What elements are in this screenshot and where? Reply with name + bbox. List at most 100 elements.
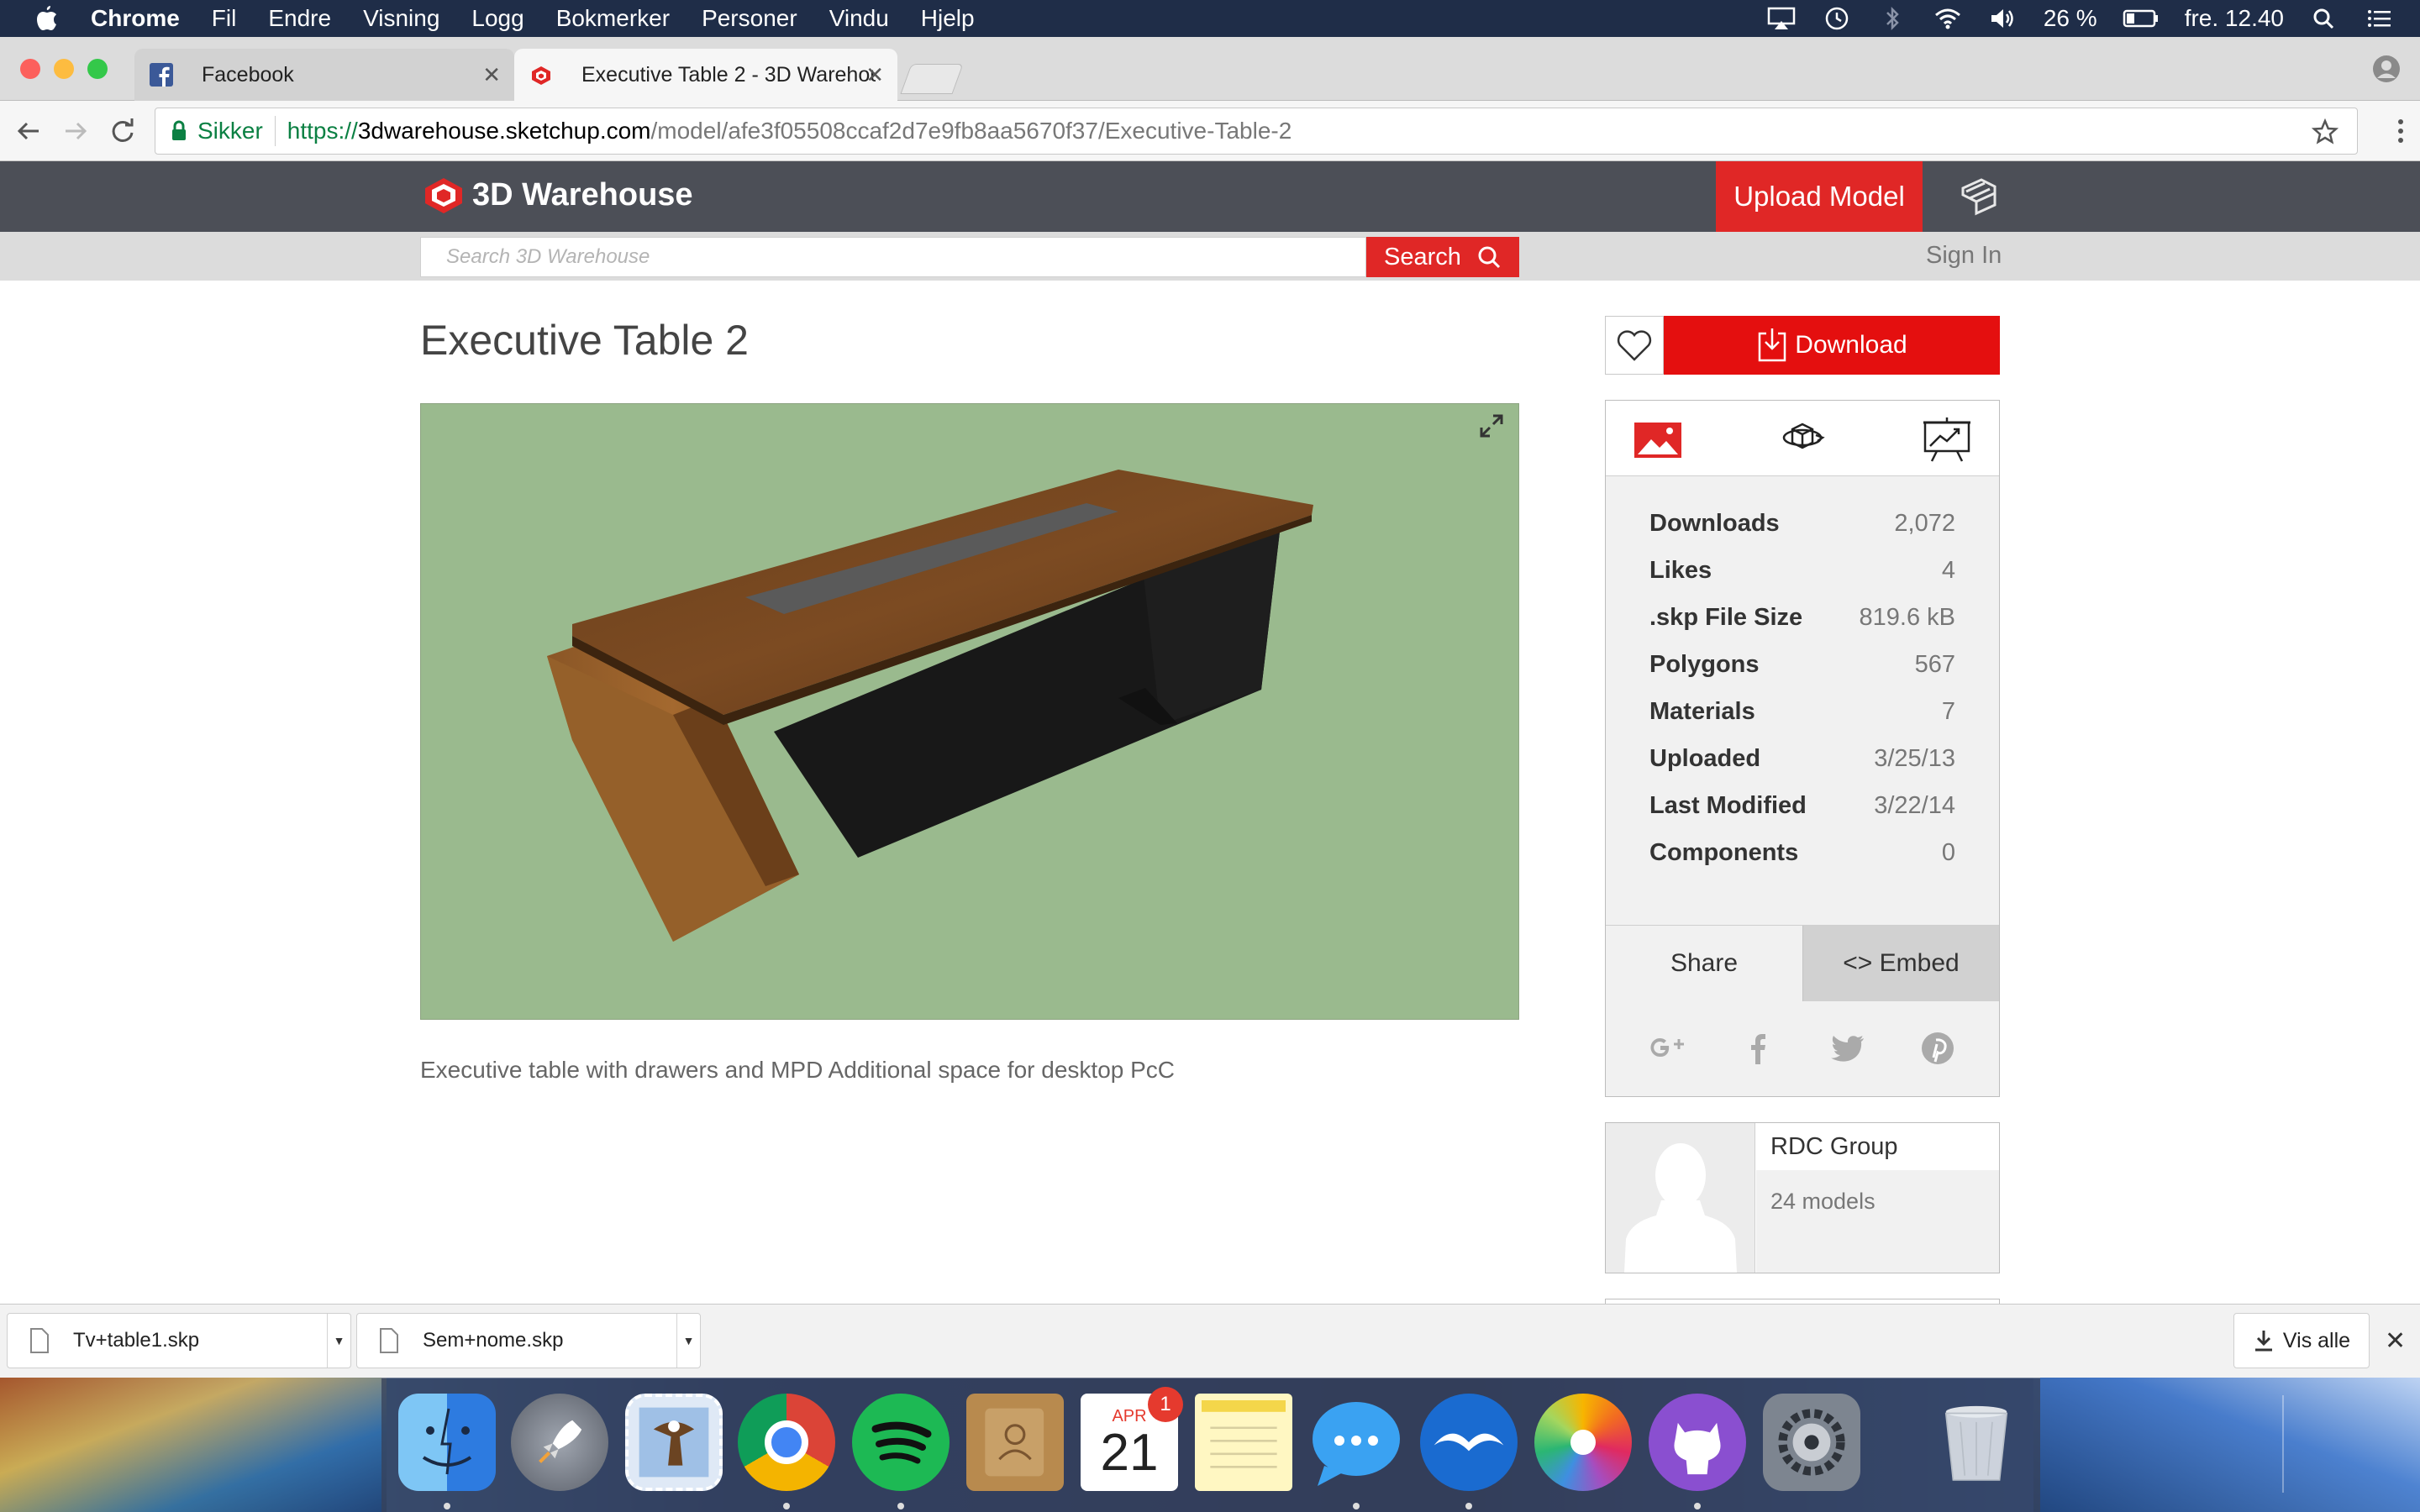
pinterest-icon[interactable] xyxy=(1917,1027,1959,1069)
photos-center xyxy=(1570,1430,1596,1455)
calendar-day: 21 xyxy=(1100,1423,1159,1482)
wallpaper-right xyxy=(2033,1378,2420,1512)
window-close-button[interactable] xyxy=(20,59,40,79)
reload-icon[interactable] xyxy=(108,116,138,146)
battery-icon[interactable] xyxy=(2123,6,2160,31)
running-indicator xyxy=(897,1503,904,1509)
calendar-badge: 1 xyxy=(1148,1387,1183,1422)
menu-file[interactable]: Fil xyxy=(212,5,237,32)
twitter-icon[interactable] xyxy=(1827,1027,1869,1069)
new-tab-button[interactable] xyxy=(900,64,964,94)
fullscreen-expand-icon[interactable] xyxy=(1476,411,1507,441)
trash-icon[interactable] xyxy=(1928,1394,2025,1491)
like-button[interactable] xyxy=(1605,316,1664,375)
messages-icon[interactable] xyxy=(1307,1394,1405,1491)
address-bar[interactable]: Sikker https://3dwarehouse.sketchup.com /… xyxy=(155,108,2358,155)
stat-value: 567 xyxy=(1914,651,1955,678)
menu-bookmarks[interactable]: Bokmerker xyxy=(556,5,670,32)
menu-history[interactable]: Logg xyxy=(471,5,523,32)
spotlight-search-icon[interactable] xyxy=(2309,6,2339,31)
tab-close-icon[interactable]: ✕ xyxy=(482,62,501,88)
tab-embed[interactable]: <> Embed xyxy=(1802,926,1999,1001)
menu-help[interactable]: Hjelp xyxy=(921,5,975,32)
mail-icon[interactable] xyxy=(625,1394,723,1491)
clock[interactable]: fre. 12.40 xyxy=(2185,5,2284,32)
chrome-menu-icon[interactable] xyxy=(2396,116,2405,146)
model-preview-image[interactable] xyxy=(421,404,1519,1020)
system-preferences-icon[interactable] xyxy=(1763,1394,1860,1491)
model-info-panel: Downloads 2,072 Likes 4 .skp File Size 819.… xyxy=(1605,400,2000,1097)
menu-people[interactable]: Personer xyxy=(702,5,797,32)
3d-warehouse-logo[interactable]: 3D Warehouse xyxy=(422,173,693,217)
stat-row: Polygons 567 xyxy=(1606,651,1999,698)
download-button[interactable]: Download xyxy=(1664,316,2000,375)
wifi-icon[interactable] xyxy=(1933,6,1963,31)
stat-row: .skp File Size 819.6 kB xyxy=(1606,604,1999,651)
menu-window[interactable]: Vindu xyxy=(829,5,889,32)
stat-value: 0 xyxy=(1941,839,1955,866)
volume-icon[interactable] xyxy=(1988,6,2018,31)
forward-arrow-icon[interactable] xyxy=(60,116,91,146)
stat-value: 3/25/13 xyxy=(1874,745,1955,772)
search-button[interactable]: Search xyxy=(1366,237,1519,277)
finder-icon[interactable] xyxy=(398,1394,496,1491)
3d-view-icon[interactable] xyxy=(1776,414,1829,463)
apple-logo-icon[interactable] xyxy=(34,4,59,33)
author-card[interactable]: RDC Group 24 models xyxy=(1605,1122,2000,1273)
chrome-app-icon[interactable] xyxy=(738,1394,835,1491)
lock-icon xyxy=(172,120,186,140)
stat-value: 819.6 kB xyxy=(1859,604,1955,631)
time-machine-icon[interactable] xyxy=(1822,6,1852,31)
author-model-count[interactable]: 24 models xyxy=(1770,1189,1876,1215)
download-arrow-icon xyxy=(2254,1331,2272,1352)
tab-facebook[interactable]: Facebook ✕ xyxy=(134,49,514,101)
author-name[interactable]: RDC Group xyxy=(1770,1133,1898,1161)
stat-label: Last Modified xyxy=(1649,792,1807,819)
stat-label: Downloads xyxy=(1649,510,1780,537)
bookmark-star-icon[interactable] xyxy=(2312,118,2338,145)
menu-edit[interactable]: Endre xyxy=(268,5,331,32)
address-separator xyxy=(274,116,276,146)
tab-3d-warehouse[interactable]: Executive Table 2 - 3D Warehouse ✕ xyxy=(514,49,897,101)
sign-in-link[interactable]: Sign In xyxy=(1926,242,2002,270)
download-menu-arrow-icon[interactable]: ▼ xyxy=(327,1314,350,1368)
launchpad-icon[interactable] xyxy=(511,1394,608,1491)
model-viewer[interactable] xyxy=(420,403,1519,1020)
analytics-view-icon[interactable] xyxy=(1920,414,1974,463)
image-view-icon[interactable] xyxy=(1631,414,1685,463)
google-plus-icon[interactable] xyxy=(1647,1027,1689,1069)
notes-icon[interactable] xyxy=(1195,1394,1292,1491)
stat-label: Likes xyxy=(1649,557,1712,584)
download-item[interactable]: Tv+table1.skp ▼ xyxy=(7,1313,351,1368)
close-shelf-icon[interactable]: ✕ xyxy=(2385,1326,2406,1356)
github-desktop-icon[interactable] xyxy=(1649,1394,1746,1491)
tab-close-icon[interactable]: ✕ xyxy=(865,62,884,88)
upload-model-button[interactable]: Upload Model xyxy=(1716,161,1923,232)
search-icon xyxy=(1478,246,1500,269)
app-menu-chrome[interactable]: Chrome xyxy=(91,5,180,32)
author-avatar[interactable] xyxy=(1606,1123,1755,1273)
airplay-icon[interactable] xyxy=(1766,6,1797,31)
sketchup-menu-icon[interactable] xyxy=(1958,176,2000,217)
search-input[interactable]: Search 3D Warehouse xyxy=(420,237,1366,277)
spotify-icon[interactable] xyxy=(852,1394,950,1491)
notification-center-icon[interactable] xyxy=(2365,6,2395,31)
contacts-icon[interactable] xyxy=(966,1394,1064,1491)
photos-icon[interactable] xyxy=(1534,1394,1632,1491)
browser-toolbar: Sikker https://3dwarehouse.sketchup.com /… xyxy=(0,101,2420,161)
menu-view[interactable]: Visning xyxy=(363,5,439,32)
openoffice-icon[interactable] xyxy=(1420,1394,1518,1491)
bluetooth-icon[interactable] xyxy=(1877,6,1907,31)
tab-title: Facebook xyxy=(202,62,294,87)
show-all-downloads-button[interactable]: Vis alle xyxy=(2233,1313,2370,1368)
facebook-share-icon[interactable] xyxy=(1737,1027,1779,1069)
window-zoom-button[interactable] xyxy=(87,59,108,79)
download-menu-arrow-icon[interactable]: ▼ xyxy=(676,1314,700,1368)
download-item[interactable]: Sem+nome.skp ▼ xyxy=(356,1313,701,1368)
calendar-icon[interactable]: APR 21 1 xyxy=(1081,1387,1183,1491)
heart-icon xyxy=(1617,330,1652,361)
back-arrow-icon[interactable] xyxy=(13,116,44,146)
profile-icon[interactable] xyxy=(2371,54,2402,84)
tab-share[interactable]: Share xyxy=(1606,926,1802,1001)
window-minimize-button[interactable] xyxy=(54,59,74,79)
